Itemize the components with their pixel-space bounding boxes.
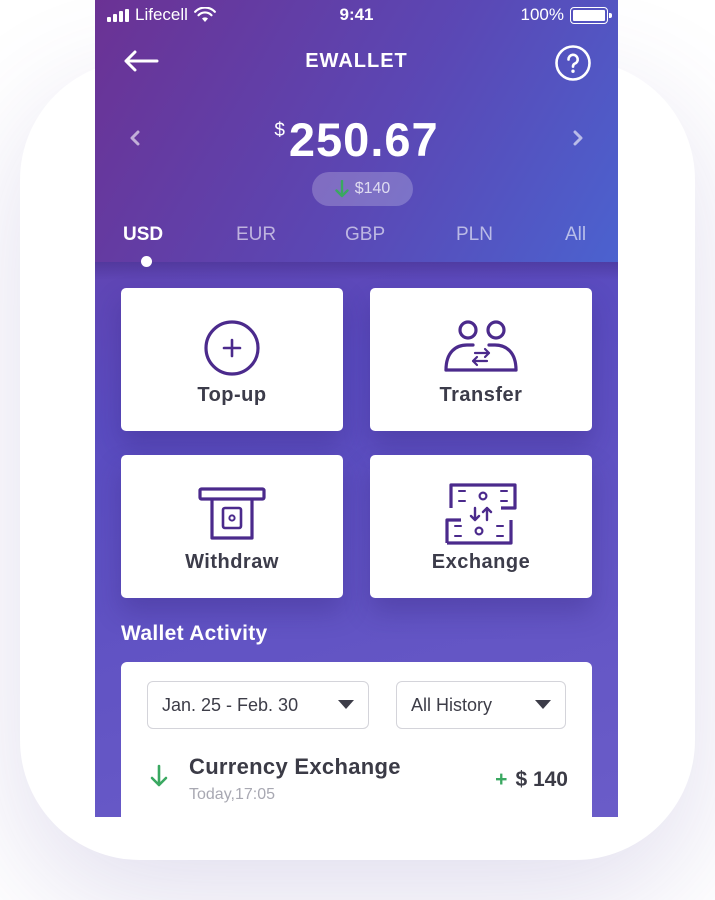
transfer-button[interactable]: Transfer (370, 288, 592, 431)
wallet-activity-heading: Wallet Activity (121, 622, 268, 645)
transaction-amount-group: + $ 140 (495, 768, 568, 792)
tab-all[interactable]: All (565, 224, 586, 246)
arrow-down-icon (335, 180, 349, 198)
page-title: EWALLET (305, 50, 408, 72)
battery-percent: 100% (520, 5, 564, 24)
plus-circle-icon (204, 320, 260, 376)
exchange-button[interactable]: Exchange (370, 455, 592, 598)
transaction-amount: $ 140 (515, 768, 568, 791)
tab-usd[interactable]: USD (123, 224, 163, 246)
phone-screen: Lifecell 9:41 100% EWALLET $250.67 $140 … (95, 0, 618, 817)
transaction-sign: + (495, 768, 508, 791)
transaction-title: Currency Exchange (189, 754, 401, 779)
active-tab-indicator (141, 256, 152, 267)
caret-down-icon (338, 700, 354, 709)
balance-amount: 250.67 (288, 113, 439, 166)
transaction-row[interactable]: Currency Exchange Today,17:05 + $ 140 (121, 752, 592, 812)
balance-currency-symbol: $ (274, 120, 285, 141)
status-right: 100% (520, 5, 612, 25)
transaction-time: Today,17:05 (189, 786, 275, 803)
help-button[interactable] (554, 44, 592, 82)
caret-down-icon (535, 700, 551, 709)
status-bar: Lifecell 9:41 100% (95, 0, 618, 30)
top-up-label: Top-up (197, 384, 267, 406)
arrow-down-icon (149, 764, 169, 793)
question-circle-icon (555, 45, 591, 81)
withdraw-button[interactable]: Withdraw (121, 455, 343, 598)
history-filter-dropdown[interactable]: All History (396, 681, 566, 729)
wallet-activity-panel: Jan. 25 - Feb. 30 All History Currency E… (121, 662, 592, 817)
date-range-value: Jan. 25 - Feb. 30 (162, 694, 299, 715)
top-up-button[interactable]: Top-up (121, 288, 343, 431)
exchange-label: Exchange (431, 551, 531, 573)
tab-gbp[interactable]: GBP (345, 224, 385, 246)
atm-icon (198, 487, 266, 540)
balance-display: $250.67 (95, 112, 618, 167)
history-filter-value: All History (411, 694, 493, 715)
balance-change-amount: $140 (354, 180, 391, 197)
tab-eur[interactable]: EUR (236, 224, 276, 246)
withdraw-label: Withdraw (185, 551, 279, 573)
balance-change-badge: $140 (312, 172, 413, 206)
exchange-icon (445, 483, 517, 545)
transfer-label: Transfer (439, 384, 523, 406)
users-transfer-icon (444, 320, 518, 372)
date-range-dropdown[interactable]: Jan. 25 - Feb. 30 (147, 681, 369, 729)
currency-tabs: USD EUR GBP PLN All (95, 224, 618, 254)
tab-pln[interactable]: PLN (456, 224, 493, 246)
battery-icon (570, 6, 612, 24)
